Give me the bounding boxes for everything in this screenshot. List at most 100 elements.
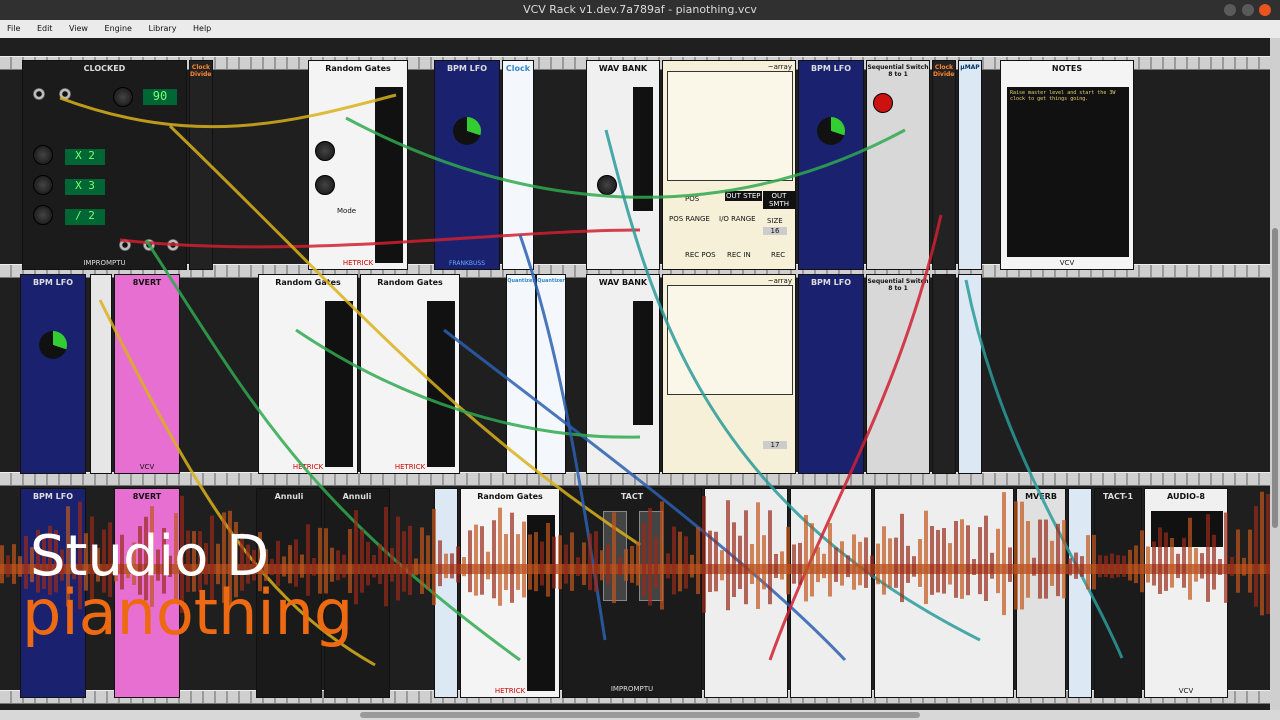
window-titlebar: VCV Rack v1.dev.7a789af - pianothing.vcv: [0, 0, 1280, 20]
umap-module[interactable]: µMAP: [958, 60, 982, 270]
gate-strip: [427, 301, 455, 467]
seq-switch-module[interactable]: Sequential Switch 8 to 1: [866, 60, 930, 270]
random-gates-module[interactable]: Random Gates HETRICK: [460, 488, 560, 698]
tact-module[interactable]: TACT IMPROMPTU: [562, 488, 702, 698]
quantizer-module[interactable]: Quantizer: [506, 274, 536, 474]
array-module[interactable]: ~array 17: [662, 274, 796, 474]
minimize-button[interactable]: [1224, 4, 1236, 16]
array-module[interactable]: ~array POS OUT STEP OUT SMTH POS RANGE I…: [662, 60, 796, 270]
random-gates-module[interactable]: Random Gates Mode HETRICK: [308, 60, 408, 270]
random-gates-module[interactable]: Random Gates HETRICK: [360, 274, 460, 474]
bpm-display: 90: [143, 89, 177, 105]
out-step-label: OUT STEP: [725, 191, 762, 201]
brand-label: VCV: [139, 463, 155, 471]
module-title: AUDIO-8: [1167, 492, 1205, 501]
min-knob[interactable]: [315, 141, 335, 161]
menu-help[interactable]: Help: [186, 20, 218, 38]
tact-1-module[interactable]: TACT-1: [1094, 488, 1142, 698]
scroll-thumb[interactable]: [360, 712, 920, 718]
bpm-lfo-module[interactable]: BPM LFO: [20, 274, 86, 474]
scroll-thumb[interactable]: [1272, 228, 1278, 528]
mixer-module[interactable]: [874, 488, 1014, 698]
rec-in-label: REC IN: [727, 251, 751, 259]
mixer-module[interactable]: [704, 488, 788, 698]
module-title: WAV BANK: [598, 64, 648, 73]
phase-knob[interactable]: [453, 117, 481, 145]
module-title: BPM LFO: [810, 64, 852, 73]
notes-module[interactable]: NOTES Raise master level and start the 3…: [1000, 60, 1134, 270]
horizontal-scrollbar[interactable]: [0, 710, 1280, 720]
module-title: Quantizer: [507, 278, 535, 284]
menu-view[interactable]: View: [62, 20, 95, 38]
mult-module[interactable]: [90, 274, 112, 474]
clock-divider-module[interactable]: [932, 274, 956, 474]
clk-jack[interactable]: [167, 239, 179, 251]
seq-switch-module[interactable]: Sequential Switch 8 to 1: [866, 274, 930, 474]
size-label: SIZE: [767, 217, 783, 225]
wave-display: [633, 87, 653, 211]
io-range-label: I/O RANGE: [719, 215, 756, 223]
gate-strip: [325, 301, 353, 467]
random-gates-module[interactable]: Random Gates HETRICK: [258, 274, 358, 474]
umap-module[interactable]: [1068, 488, 1092, 698]
quantizer-module[interactable]: Quantizer: [536, 274, 566, 474]
reset-jack[interactable]: [33, 88, 45, 100]
module-title: Sequential Switch 8 to 1: [867, 278, 929, 292]
8vert-module[interactable]: 8VERT VCV: [114, 274, 180, 474]
menu-file[interactable]: File: [0, 20, 27, 38]
clock-module[interactable]: Clock: [502, 60, 534, 270]
umap-module[interactable]: [434, 488, 458, 698]
bpm-knob[interactable]: [113, 87, 133, 107]
maximize-button[interactable]: [1242, 4, 1254, 16]
phase-knob[interactable]: [817, 117, 845, 145]
brand-label: HETRICK: [292, 463, 324, 471]
steps-knob[interactable]: [873, 93, 893, 113]
module-title: BPM LFO: [446, 64, 488, 73]
clk-jack[interactable]: [119, 239, 131, 251]
clk-jack[interactable]: [143, 239, 155, 251]
ratio-display-2: X 3: [65, 179, 105, 195]
wav-knob[interactable]: [597, 175, 617, 195]
bpm-lfo-module[interactable]: BPM LFO: [798, 274, 864, 474]
umap-module[interactable]: [958, 274, 982, 474]
device-display[interactable]: [1151, 511, 1223, 547]
menu-library[interactable]: Library: [141, 20, 183, 38]
tact-pad-right[interactable]: [639, 511, 663, 601]
brand-label: HETRICK: [394, 463, 426, 471]
module-title: µMAP: [960, 64, 980, 71]
close-button[interactable]: [1259, 4, 1271, 16]
menu-edit[interactable]: Edit: [30, 20, 60, 38]
vertical-scrollbar[interactable]: [1270, 38, 1280, 710]
bpm-lfo-module[interactable]: BPM LFO: [798, 60, 864, 270]
brand-label: HETRICK: [342, 259, 374, 267]
wav-bank-module[interactable]: WAV BANK: [586, 60, 660, 270]
ratio-knob[interactable]: [33, 205, 53, 225]
mode-label: Mode: [337, 207, 357, 215]
size-value[interactable]: 17: [763, 441, 787, 449]
audio-8-module[interactable]: AUDIO-8 VCV: [1144, 488, 1228, 698]
clock-divider-module[interactable]: Clock Divider: [932, 60, 956, 270]
menu-engine[interactable]: Engine: [98, 20, 139, 38]
ratio-knob[interactable]: [33, 145, 53, 165]
run-jack[interactable]: [59, 88, 71, 100]
module-title: Sequential Switch 8 to 1: [867, 64, 929, 78]
clocked-module[interactable]: CLOCKED 90 X 2 X 3 / 2 IMPROMPTU: [22, 60, 187, 270]
size-value[interactable]: 16: [763, 227, 787, 235]
clock-divider-module[interactable]: Clock Divider: [189, 60, 213, 270]
max-knob[interactable]: [315, 175, 335, 195]
tact-pad-left[interactable]: [603, 511, 627, 601]
mixer-module[interactable]: [790, 488, 872, 698]
notes-text-area[interactable]: Raise master level and start the 3W cloc…: [1007, 87, 1129, 257]
module-title: Clock Divider: [933, 64, 956, 78]
brand-label: HETRICK: [494, 687, 526, 695]
ratio-display-3: / 2: [65, 209, 105, 225]
out-smth-label: OUT SMTH: [763, 191, 795, 209]
module-title: Clock Divider: [190, 64, 213, 78]
ratio-knob[interactable]: [33, 175, 53, 195]
module-title: Clock: [505, 64, 531, 73]
wav-bank-module[interactable]: WAV BANK: [586, 274, 660, 474]
module-title: Annuli: [274, 492, 304, 501]
bpm-lfo-module[interactable]: BPM LFO FRANKBUSS: [434, 60, 500, 270]
phase-knob[interactable]: [39, 331, 67, 359]
mverb-module[interactable]: MVERB: [1016, 488, 1066, 698]
